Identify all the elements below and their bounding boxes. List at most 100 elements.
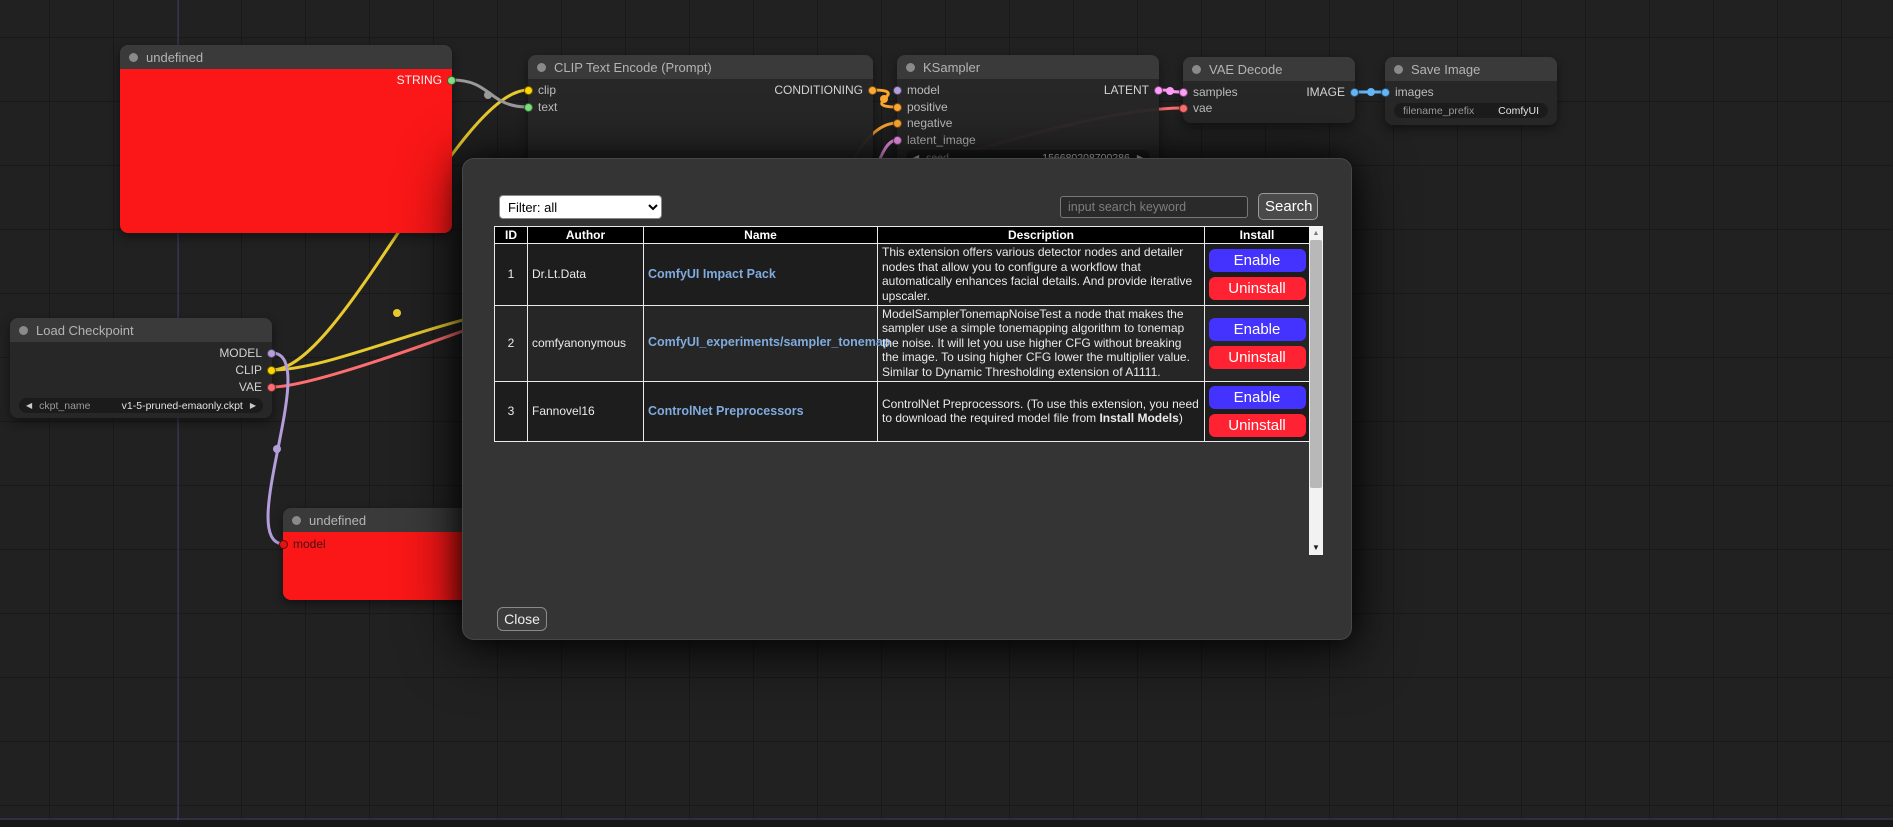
uninstall-button[interactable]: Uninstall	[1209, 277, 1306, 300]
output-slot-clip[interactable]: CLIP	[235, 363, 276, 377]
scrollbar-thumb[interactable]	[1310, 240, 1322, 488]
node-save-image[interactable]: Save Image images filename_prefix ComfyU…	[1385, 57, 1557, 125]
output-slot-latent[interactable]: LATENT	[1104, 83, 1163, 97]
input-pin-icon[interactable]	[524, 103, 533, 112]
input-pin-icon[interactable]	[1381, 88, 1390, 97]
scroll-up-icon[interactable]: ▲	[1309, 226, 1323, 240]
output-slot-vae[interactable]: VAE	[239, 380, 276, 394]
ext-name-link[interactable]: ControlNet Preprocessors	[648, 404, 804, 418]
input-pin-icon[interactable]	[893, 119, 902, 128]
input-pin-icon[interactable]	[1179, 88, 1188, 97]
node-collapse-dot-icon[interactable]	[537, 63, 546, 72]
output-pin-icon[interactable]	[868, 86, 877, 95]
custom-nodes-manager-dialog: Filter: all Search ID Author Name Descri…	[462, 158, 1352, 640]
node-undefined-top[interactable]: undefined STRING	[120, 45, 452, 233]
enable-button[interactable]: Enable	[1209, 318, 1306, 341]
output-pin-icon[interactable]	[267, 383, 276, 392]
input-pin-icon[interactable]	[893, 136, 902, 145]
ext-id: 1	[495, 244, 528, 306]
output-slot-model[interactable]: MODEL	[219, 346, 276, 360]
input-pin-icon[interactable]	[1179, 104, 1188, 113]
filename-prefix-widget[interactable]: filename_prefix ComfyUI	[1394, 103, 1548, 118]
ext-name-link[interactable]: ComfyUI_experiments/sampler_tonemap	[648, 335, 890, 349]
node-title-bar[interactable]: undefined	[120, 45, 452, 69]
node-collapse-dot-icon[interactable]	[906, 63, 915, 72]
ext-description: ControlNet Preprocessors. (To use this e…	[878, 381, 1205, 441]
node-load-checkpoint[interactable]: Load Checkpoint MODEL CLIP VAE ◀ ckpt_na…	[10, 318, 272, 418]
input-pin-icon[interactable]	[279, 540, 288, 549]
node-collapse-dot-icon[interactable]	[129, 53, 138, 62]
node-collapse-dot-icon[interactable]	[19, 326, 28, 335]
enable-button[interactable]: Enable	[1209, 249, 1306, 272]
widget-label: filename_prefix	[1403, 105, 1474, 117]
slot-label: VAE	[239, 380, 262, 394]
input-slot-text[interactable]: text	[524, 100, 557, 114]
output-pin-icon[interactable]	[267, 349, 276, 358]
slot-label: latent_image	[907, 133, 976, 147]
uninstall-button[interactable]: Uninstall	[1209, 346, 1306, 369]
slot-label: CONDITIONING	[774, 83, 863, 97]
filter-dropdown[interactable]: Filter: all	[499, 195, 662, 219]
node-title: undefined	[309, 513, 366, 528]
node-collapse-dot-icon[interactable]	[292, 516, 301, 525]
input-pin-icon[interactable]	[893, 103, 902, 112]
input-slot-samples[interactable]: samples	[1179, 85, 1238, 99]
input-slot-latent-image[interactable]: latent_image	[893, 133, 976, 147]
input-slot-model[interactable]: model	[893, 83, 940, 97]
uninstall-button[interactable]: Uninstall	[1209, 414, 1306, 437]
ckpt-name-widget[interactable]: ◀ ckpt_name v1-5-pruned-emaonly.ckpt ▶	[19, 398, 263, 413]
input-pin-icon[interactable]	[524, 86, 533, 95]
node-collapse-dot-icon[interactable]	[1394, 65, 1403, 74]
input-slot-model[interactable]: model	[279, 537, 326, 551]
search-button[interactable]: Search	[1258, 193, 1318, 220]
slot-label: IMAGE	[1306, 85, 1345, 99]
node-title-bar[interactable]: VAE Decode	[1183, 57, 1355, 81]
output-slot-string[interactable]: STRING	[397, 73, 456, 87]
input-slot-images[interactable]: images	[1381, 85, 1434, 99]
table-row: 2 comfyanonymous ComfyUI_experiments/sam…	[495, 305, 1310, 381]
increment-arrow-icon[interactable]: ▶	[250, 402, 256, 410]
node-vae-decode[interactable]: VAE Decode samples vae IMAGE	[1183, 57, 1355, 123]
description-bold-text: Install Models	[1099, 411, 1178, 425]
table-scrollbar[interactable]: ▲ ▼	[1309, 226, 1323, 555]
description-text: )	[1179, 411, 1183, 425]
node-collapse-dot-icon[interactable]	[1192, 65, 1201, 74]
input-slot-vae[interactable]: vae	[1179, 101, 1212, 115]
ext-id: 3	[495, 381, 528, 441]
search-input[interactable]	[1060, 196, 1248, 218]
input-slot-positive[interactable]: positive	[893, 100, 948, 114]
node-title-bar[interactable]: Save Image	[1385, 57, 1557, 81]
slot-label: CLIP	[235, 363, 262, 377]
table-row: 1 Dr.Lt.Data ComfyUI Impact Pack This ex…	[495, 244, 1310, 306]
output-pin-icon[interactable]	[1154, 86, 1163, 95]
node-title-bar[interactable]: KSampler	[897, 55, 1159, 79]
widget-value: ComfyUI	[1498, 105, 1539, 117]
node-title-bar[interactable]: Load Checkpoint	[10, 318, 272, 342]
slot-label: negative	[907, 116, 952, 130]
widget-value: v1-5-pruned-emaonly.ckpt	[122, 400, 243, 412]
widget-label: ckpt_name	[39, 400, 90, 412]
output-slot-conditioning[interactable]: CONDITIONING	[774, 83, 877, 97]
ext-description: ModelSamplerTonemapNoiseTest a node that…	[878, 305, 1205, 381]
scroll-down-icon[interactable]: ▼	[1309, 540, 1323, 555]
wire-midpoint-dot	[1367, 88, 1375, 96]
node-title: Save Image	[1411, 62, 1480, 77]
slot-label: STRING	[397, 73, 442, 87]
enable-button[interactable]: Enable	[1209, 386, 1306, 409]
wire-midpoint-dot	[1166, 87, 1174, 95]
close-button[interactable]: Close	[497, 607, 547, 631]
input-slot-negative[interactable]: negative	[893, 116, 952, 130]
wire-midpoint-dot	[880, 95, 888, 103]
ext-name-link[interactable]: ComfyUI Impact Pack	[648, 267, 776, 281]
input-slot-clip[interactable]: clip	[524, 83, 556, 97]
table-row: 3 Fannovel16 ControlNet Preprocessors Co…	[495, 381, 1310, 441]
output-pin-icon[interactable]	[267, 366, 276, 375]
output-pin-icon[interactable]	[1350, 88, 1359, 97]
ext-id: 2	[495, 305, 528, 381]
node-title-bar[interactable]: CLIP Text Encode (Prompt)	[528, 55, 873, 79]
output-slot-image[interactable]: IMAGE	[1306, 85, 1359, 99]
input-pin-icon[interactable]	[893, 86, 902, 95]
output-pin-icon[interactable]	[447, 76, 456, 85]
ext-author: comfyanonymous	[528, 305, 644, 381]
decrement-arrow-icon[interactable]: ◀	[26, 402, 32, 410]
